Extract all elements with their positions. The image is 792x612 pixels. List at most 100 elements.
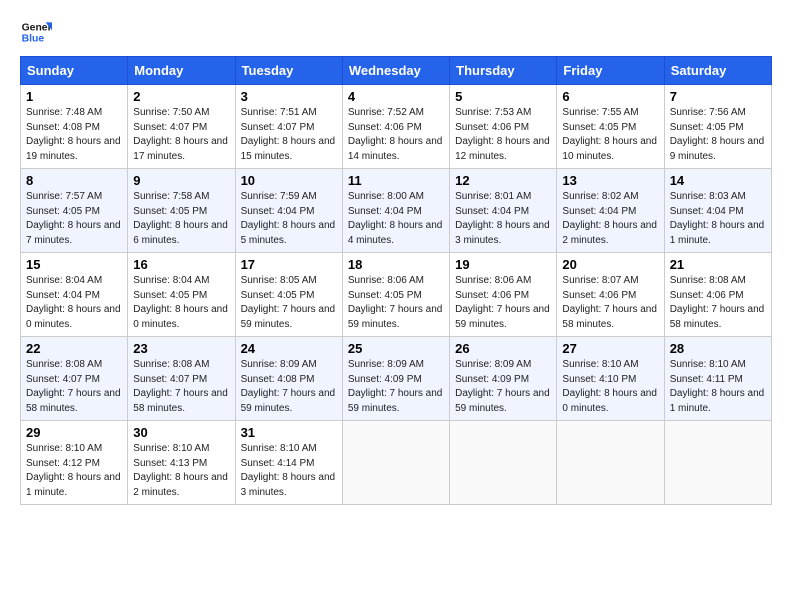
day-info: Sunrise: 7:55 AM Sunset: 4:05 PM Dayligh…: [562, 106, 658, 164]
calendar-week-row: 29 Sunrise: 8:10 AM Sunset: 4:12 PM Dayl…: [21, 421, 772, 505]
day-info: Sunrise: 7:59 AM Sunset: 4:04 PM Dayligh…: [241, 190, 337, 248]
calendar-cell: 3 Sunrise: 7:51 AM Sunset: 4:07 PM Dayli…: [235, 85, 342, 169]
day-number: 15: [26, 257, 122, 272]
day-number: 2: [133, 89, 229, 104]
day-number: 11: [348, 173, 444, 188]
day-info: Sunrise: 8:05 AM Sunset: 4:05 PM Dayligh…: [241, 274, 337, 332]
calendar-cell: 8 Sunrise: 7:57 AM Sunset: 4:05 PM Dayli…: [21, 169, 128, 253]
calendar-week-row: 15 Sunrise: 8:04 AM Sunset: 4:04 PM Dayl…: [21, 253, 772, 337]
day-number: 30: [133, 425, 229, 440]
day-number: 19: [455, 257, 551, 272]
calendar-body: 1 Sunrise: 7:48 AM Sunset: 4:08 PM Dayli…: [21, 85, 772, 505]
day-number: 14: [670, 173, 766, 188]
day-number: 18: [348, 257, 444, 272]
logo-icon: General Blue: [20, 16, 52, 48]
day-info: Sunrise: 7:56 AM Sunset: 4:05 PM Dayligh…: [670, 106, 766, 164]
day-number: 31: [241, 425, 337, 440]
calendar-cell: 29 Sunrise: 8:10 AM Sunset: 4:12 PM Dayl…: [21, 421, 128, 505]
day-number: 23: [133, 341, 229, 356]
day-info: Sunrise: 8:10 AM Sunset: 4:10 PM Dayligh…: [562, 358, 658, 416]
header-saturday: Saturday: [664, 57, 771, 85]
calendar-week-row: 8 Sunrise: 7:57 AM Sunset: 4:05 PM Dayli…: [21, 169, 772, 253]
day-info: Sunrise: 7:51 AM Sunset: 4:07 PM Dayligh…: [241, 106, 337, 164]
calendar-cell: 13 Sunrise: 8:02 AM Sunset: 4:04 PM Dayl…: [557, 169, 664, 253]
day-info: Sunrise: 8:06 AM Sunset: 4:06 PM Dayligh…: [455, 274, 551, 332]
day-number: 28: [670, 341, 766, 356]
day-number: 25: [348, 341, 444, 356]
day-info: Sunrise: 7:57 AM Sunset: 4:05 PM Dayligh…: [26, 190, 122, 248]
day-info: Sunrise: 7:48 AM Sunset: 4:08 PM Dayligh…: [26, 106, 122, 164]
day-info: Sunrise: 7:58 AM Sunset: 4:05 PM Dayligh…: [133, 190, 229, 248]
calendar-header-row: SundayMondayTuesdayWednesdayThursdayFrid…: [21, 57, 772, 85]
day-info: Sunrise: 8:10 AM Sunset: 4:14 PM Dayligh…: [241, 442, 337, 500]
day-number: 12: [455, 173, 551, 188]
header-wednesday: Wednesday: [342, 57, 449, 85]
header-sunday: Sunday: [21, 57, 128, 85]
day-info: Sunrise: 8:03 AM Sunset: 4:04 PM Dayligh…: [670, 190, 766, 248]
calendar-cell: 1 Sunrise: 7:48 AM Sunset: 4:08 PM Dayli…: [21, 85, 128, 169]
day-number: 6: [562, 89, 658, 104]
calendar-cell: [557, 421, 664, 505]
day-number: 9: [133, 173, 229, 188]
calendar-cell: 14 Sunrise: 8:03 AM Sunset: 4:04 PM Dayl…: [664, 169, 771, 253]
day-info: Sunrise: 8:01 AM Sunset: 4:04 PM Dayligh…: [455, 190, 551, 248]
day-number: 24: [241, 341, 337, 356]
day-info: Sunrise: 8:07 AM Sunset: 4:06 PM Dayligh…: [562, 274, 658, 332]
calendar-cell: [450, 421, 557, 505]
calendar-cell: [342, 421, 449, 505]
header-thursday: Thursday: [450, 57, 557, 85]
calendar-cell: 7 Sunrise: 7:56 AM Sunset: 4:05 PM Dayli…: [664, 85, 771, 169]
day-info: Sunrise: 7:50 AM Sunset: 4:07 PM Dayligh…: [133, 106, 229, 164]
calendar-cell: 9 Sunrise: 7:58 AM Sunset: 4:05 PM Dayli…: [128, 169, 235, 253]
calendar-cell: 30 Sunrise: 8:10 AM Sunset: 4:13 PM Dayl…: [128, 421, 235, 505]
day-info: Sunrise: 8:04 AM Sunset: 4:05 PM Dayligh…: [133, 274, 229, 332]
calendar-cell: 6 Sunrise: 7:55 AM Sunset: 4:05 PM Dayli…: [557, 85, 664, 169]
calendar-cell: 12 Sunrise: 8:01 AM Sunset: 4:04 PM Dayl…: [450, 169, 557, 253]
calendar-table: SundayMondayTuesdayWednesdayThursdayFrid…: [20, 56, 772, 505]
calendar-cell: 20 Sunrise: 8:07 AM Sunset: 4:06 PM Dayl…: [557, 253, 664, 337]
day-number: 3: [241, 89, 337, 104]
calendar-week-row: 22 Sunrise: 8:08 AM Sunset: 4:07 PM Dayl…: [21, 337, 772, 421]
day-info: Sunrise: 8:00 AM Sunset: 4:04 PM Dayligh…: [348, 190, 444, 248]
day-info: Sunrise: 8:09 AM Sunset: 4:08 PM Dayligh…: [241, 358, 337, 416]
calendar-cell: 21 Sunrise: 8:08 AM Sunset: 4:06 PM Dayl…: [664, 253, 771, 337]
logo: General Blue: [20, 16, 52, 48]
day-info: Sunrise: 8:02 AM Sunset: 4:04 PM Dayligh…: [562, 190, 658, 248]
day-number: 29: [26, 425, 122, 440]
calendar-cell: 10 Sunrise: 7:59 AM Sunset: 4:04 PM Dayl…: [235, 169, 342, 253]
day-info: Sunrise: 8:08 AM Sunset: 4:07 PM Dayligh…: [133, 358, 229, 416]
calendar-cell: 11 Sunrise: 8:00 AM Sunset: 4:04 PM Dayl…: [342, 169, 449, 253]
calendar-cell: 4 Sunrise: 7:52 AM Sunset: 4:06 PM Dayli…: [342, 85, 449, 169]
day-info: Sunrise: 8:10 AM Sunset: 4:12 PM Dayligh…: [26, 442, 122, 500]
calendar-cell: 16 Sunrise: 8:04 AM Sunset: 4:05 PM Dayl…: [128, 253, 235, 337]
calendar-cell: 26 Sunrise: 8:09 AM Sunset: 4:09 PM Dayl…: [450, 337, 557, 421]
day-number: 7: [670, 89, 766, 104]
day-number: 20: [562, 257, 658, 272]
calendar-cell: 18 Sunrise: 8:06 AM Sunset: 4:05 PM Dayl…: [342, 253, 449, 337]
calendar-cell: 5 Sunrise: 7:53 AM Sunset: 4:06 PM Dayli…: [450, 85, 557, 169]
page-header: General Blue: [20, 16, 772, 48]
day-number: 16: [133, 257, 229, 272]
day-info: Sunrise: 8:09 AM Sunset: 4:09 PM Dayligh…: [455, 358, 551, 416]
calendar-cell: 23 Sunrise: 8:08 AM Sunset: 4:07 PM Dayl…: [128, 337, 235, 421]
day-number: 4: [348, 89, 444, 104]
day-number: 26: [455, 341, 551, 356]
calendar-cell: 2 Sunrise: 7:50 AM Sunset: 4:07 PM Dayli…: [128, 85, 235, 169]
day-number: 21: [670, 257, 766, 272]
day-number: 8: [26, 173, 122, 188]
day-info: Sunrise: 7:52 AM Sunset: 4:06 PM Dayligh…: [348, 106, 444, 164]
calendar-cell: 24 Sunrise: 8:09 AM Sunset: 4:08 PM Dayl…: [235, 337, 342, 421]
calendar-cell: 27 Sunrise: 8:10 AM Sunset: 4:10 PM Dayl…: [557, 337, 664, 421]
day-info: Sunrise: 7:53 AM Sunset: 4:06 PM Dayligh…: [455, 106, 551, 164]
calendar-cell: 25 Sunrise: 8:09 AM Sunset: 4:09 PM Dayl…: [342, 337, 449, 421]
day-info: Sunrise: 8:10 AM Sunset: 4:11 PM Dayligh…: [670, 358, 766, 416]
day-info: Sunrise: 8:08 AM Sunset: 4:06 PM Dayligh…: [670, 274, 766, 332]
day-number: 1: [26, 89, 122, 104]
day-number: 17: [241, 257, 337, 272]
day-number: 13: [562, 173, 658, 188]
day-number: 27: [562, 341, 658, 356]
svg-text:Blue: Blue: [22, 34, 45, 45]
day-info: Sunrise: 8:10 AM Sunset: 4:13 PM Dayligh…: [133, 442, 229, 500]
calendar-week-row: 1 Sunrise: 7:48 AM Sunset: 4:08 PM Dayli…: [21, 85, 772, 169]
day-info: Sunrise: 8:06 AM Sunset: 4:05 PM Dayligh…: [348, 274, 444, 332]
